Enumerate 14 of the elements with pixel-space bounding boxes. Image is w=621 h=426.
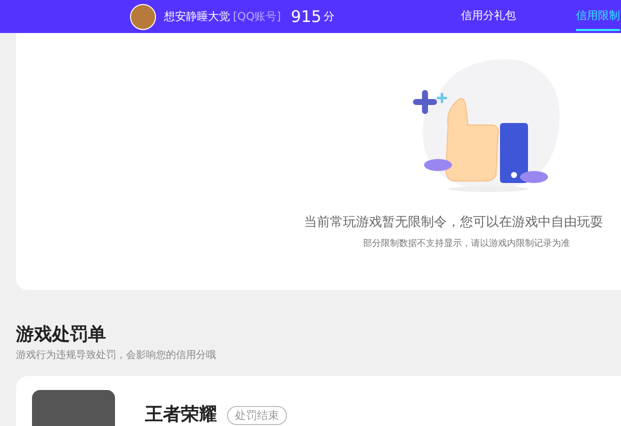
nav-tab[interactable]: 信用分礼包 — [461, 0, 516, 31]
avatar — [130, 4, 156, 30]
score-unit: 分 — [323, 9, 334, 24]
status-badge: 处罚结束 — [227, 406, 287, 425]
credit-score: 915 — [290, 7, 322, 26]
game-title: 王者荣耀 — [145, 403, 217, 426]
section-title: 游戏处罚单 — [16, 323, 107, 346]
note-text: 部分限制数据不支持显示，请以游戏内限制记录为准 — [363, 238, 570, 250]
penalty-card[interactable]: 王者荣耀 处罚结束 — [16, 376, 621, 426]
status-message: 当前常玩游戏暂无限制令，您可以在游戏中自由玩耍 — [304, 214, 603, 231]
nav-tab[interactable]: 信用限制 — [576, 0, 620, 31]
user-name: 想安静睡大觉 — [164, 9, 230, 24]
account-type: [QQ账号] — [233, 9, 281, 24]
section-subtitle: 游戏行为违规导致处罚，会影响您的信用分哦 — [16, 348, 217, 362]
